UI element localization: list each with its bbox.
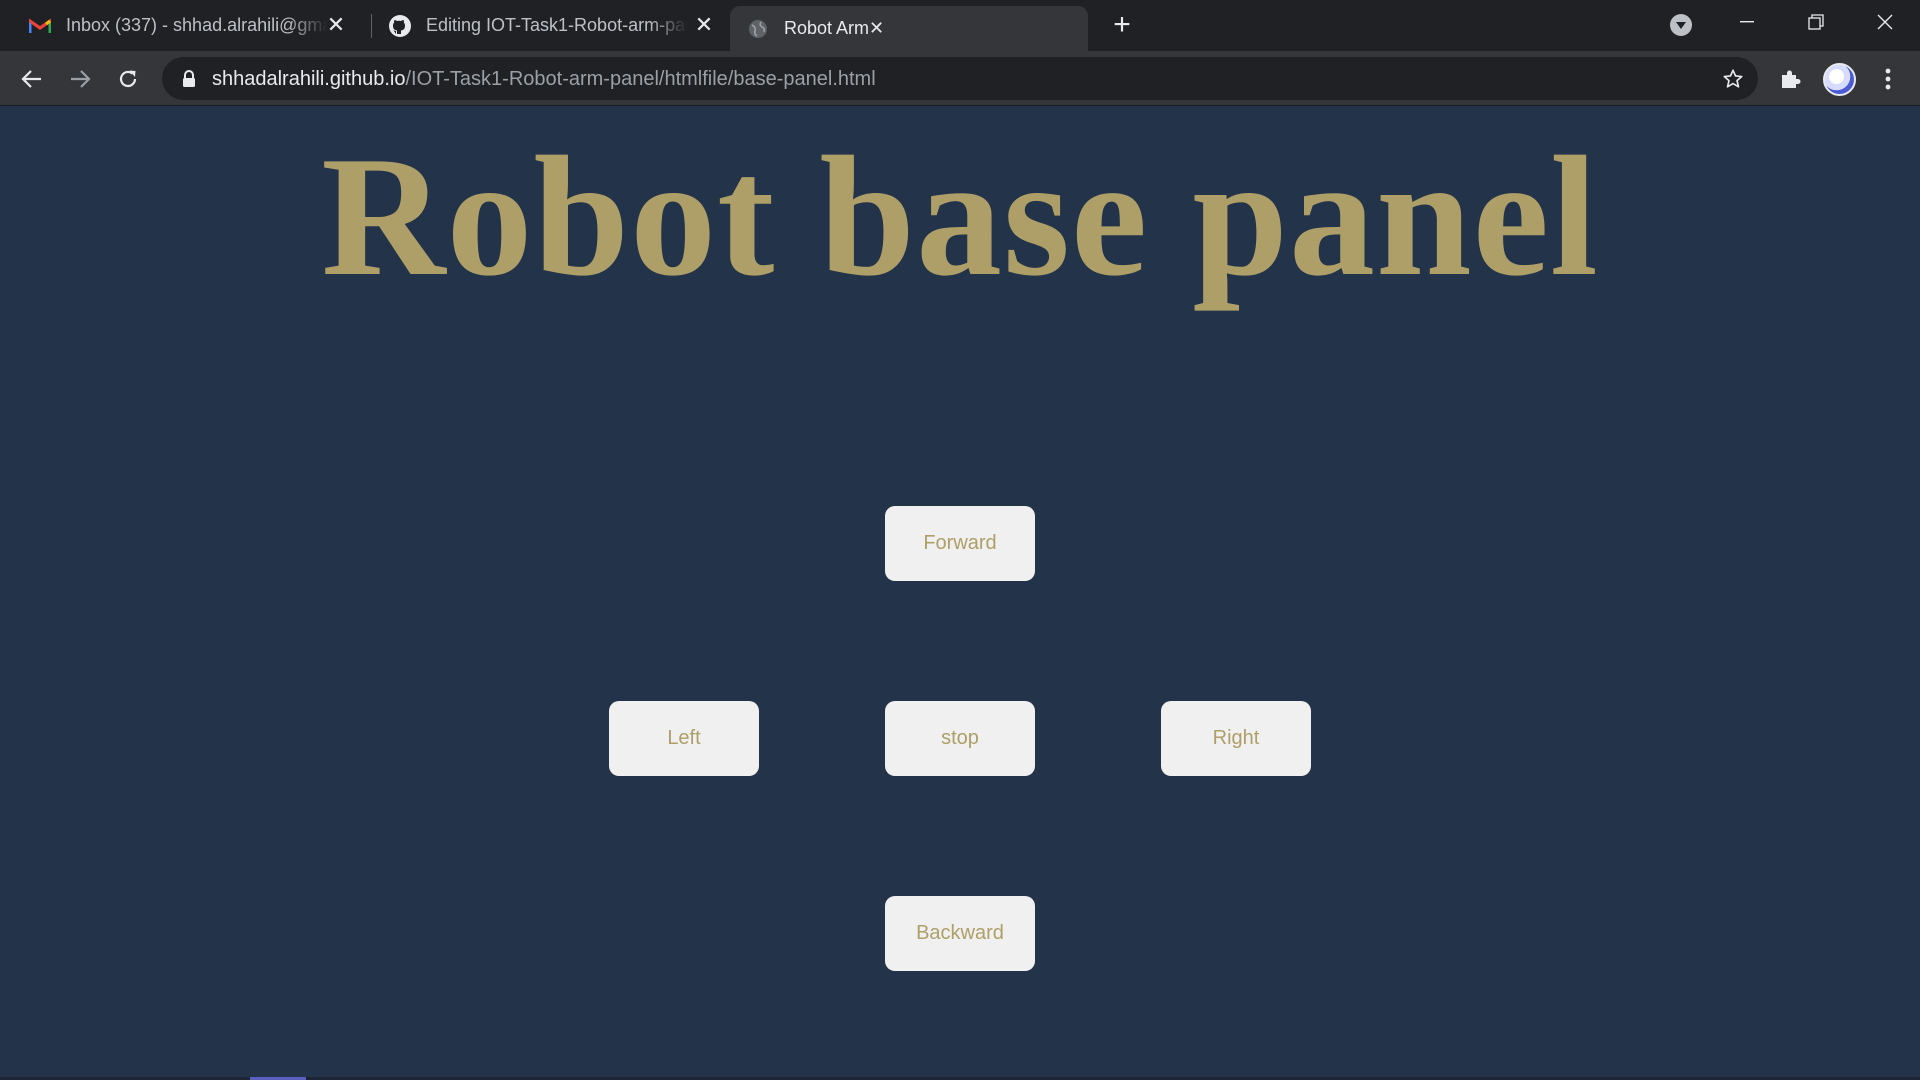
extensions-icon[interactable] [1774,63,1806,95]
bookmark-star-icon[interactable] [1720,66,1746,92]
left-button[interactable]: Left [609,701,759,776]
forward-arrow-icon[interactable] [64,63,96,95]
tab-title: Robot Arm [784,18,870,38]
window-close-icon[interactable] [1854,0,1916,44]
tab-divider [371,14,372,38]
close-icon[interactable]: ✕ [869,18,884,39]
url-text: shhadalrahili.github.io/IOT-Task1-Robot-… [212,68,876,91]
globe-icon [746,17,770,41]
page-title: Robot base panel [321,122,1599,312]
page-content: Robot base panel Forward Left stop Right… [0,107,1920,1080]
url-host: shhadalrahili.github.io [212,68,406,90]
close-icon[interactable]: ✕ [692,12,716,37]
tab-gmail[interactable]: Inbox (337) - shhad.alrahili@gmail.com -… [28,0,360,51]
new-tab-button[interactable]: + [1108,10,1136,40]
tab-robot-arm[interactable]: Robot Arm ✕ [730,6,1088,51]
backward-button[interactable]: Backward [885,896,1035,971]
reload-icon[interactable] [112,63,144,95]
browser-toolbar: shhadalrahili.github.io/IOT-Task1-Robot-… [0,51,1920,106]
github-icon [388,14,412,38]
tab-title: Editing IOT-Task1-Robot-arm-panel [426,15,688,35]
back-arrow-icon[interactable] [16,63,48,95]
forward-button[interactable]: Forward [885,506,1035,581]
tab-title: Inbox (337) - shhad.alrahili@gmail.com -… [66,15,328,35]
browser-tab-strip: Inbox (337) - shhad.alrahili@gmail.com -… [0,0,1920,51]
stop-button[interactable]: stop [885,701,1035,776]
lock-icon[interactable] [180,70,198,88]
profile-avatar[interactable] [1823,63,1856,96]
minimize-icon[interactable] [1716,0,1778,44]
address-bar[interactable]: shhadalrahili.github.io/IOT-Task1-Robot-… [162,57,1758,100]
close-icon[interactable]: ✕ [324,12,348,37]
right-button[interactable]: Right [1161,701,1311,776]
restore-icon[interactable] [1785,0,1847,44]
tab-github[interactable]: Editing IOT-Task1-Robot-arm-panel ✕ [388,0,728,51]
gmail-icon [28,14,52,38]
more-menu-icon[interactable] [1872,63,1904,95]
tab-search-icon[interactable] [1670,14,1692,36]
url-path: /IOT-Task1-Robot-arm-panel/htmlfile/base… [405,68,876,90]
